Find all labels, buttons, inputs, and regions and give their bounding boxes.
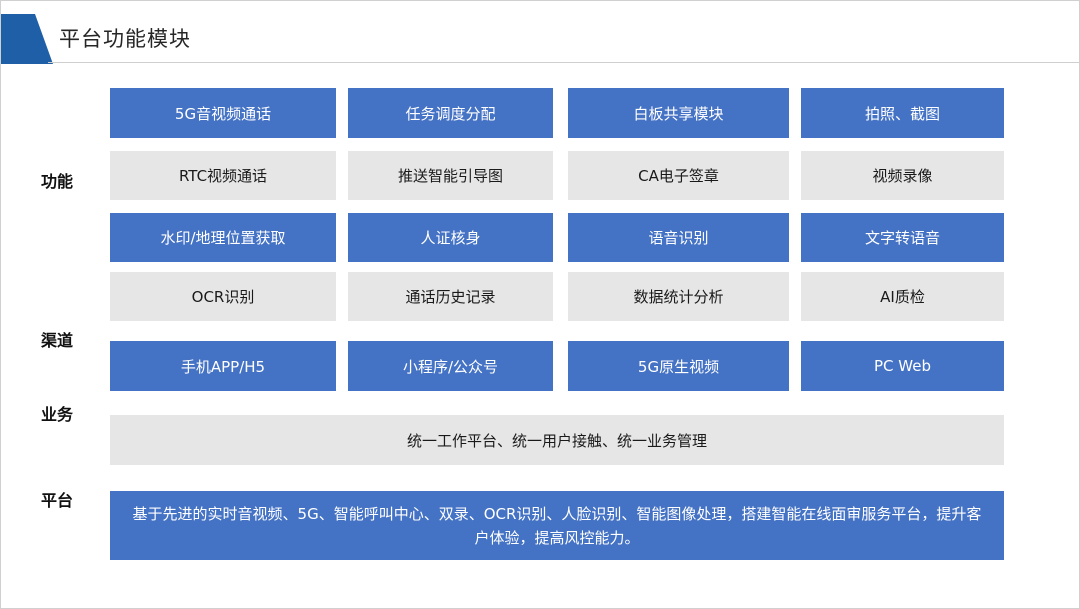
function-cell: 水印/地理位置获取 bbox=[110, 213, 336, 262]
slide: 平台功能模块 功能 渠道 业务 平台 5G音视频通话 任务调度分配 白板共享模块… bbox=[0, 0, 1080, 609]
channel-cell: PC Web bbox=[801, 341, 1004, 391]
function-cell: AI质检 bbox=[801, 272, 1004, 321]
title-triangle-icon bbox=[1, 14, 53, 64]
page-title: 平台功能模块 bbox=[59, 27, 191, 51]
channel-cell: 手机APP/H5 bbox=[110, 341, 336, 391]
function-cell: 数据统计分析 bbox=[568, 272, 789, 321]
channel-cell: 5G原生视频 bbox=[568, 341, 789, 391]
side-label-platform: 平台 bbox=[41, 491, 74, 510]
channel-cell: 小程序/公众号 bbox=[348, 341, 553, 391]
function-cell: 视频录像 bbox=[801, 151, 1004, 200]
function-cell: 拍照、截图 bbox=[801, 88, 1004, 138]
title-divider bbox=[48, 62, 1079, 63]
function-cell: 白板共享模块 bbox=[568, 88, 789, 138]
function-cell: CA电子签章 bbox=[568, 151, 789, 200]
function-cell: RTC视频通话 bbox=[110, 151, 336, 200]
platform-description: 基于先进的实时音视频、5G、智能呼叫中心、双录、OCR识别、人脸识别、智能图像处… bbox=[110, 491, 1004, 560]
function-cell: 通话历史记录 bbox=[348, 272, 553, 321]
function-cell: 5G音视频通话 bbox=[110, 88, 336, 138]
function-cell: 文字转语音 bbox=[801, 213, 1004, 262]
side-label-business: 业务 bbox=[41, 405, 74, 424]
business-bar: 统一工作平台、统一用户接触、统一业务管理 bbox=[110, 415, 1004, 465]
function-cell: 人证核身 bbox=[348, 213, 553, 262]
function-cell: 任务调度分配 bbox=[348, 88, 553, 138]
function-cell: 语音识别 bbox=[568, 213, 789, 262]
function-cell: OCR识别 bbox=[110, 272, 336, 321]
side-label-channel: 渠道 bbox=[41, 331, 74, 350]
side-label-function: 功能 bbox=[41, 172, 74, 191]
function-cell: 推送智能引导图 bbox=[348, 151, 553, 200]
